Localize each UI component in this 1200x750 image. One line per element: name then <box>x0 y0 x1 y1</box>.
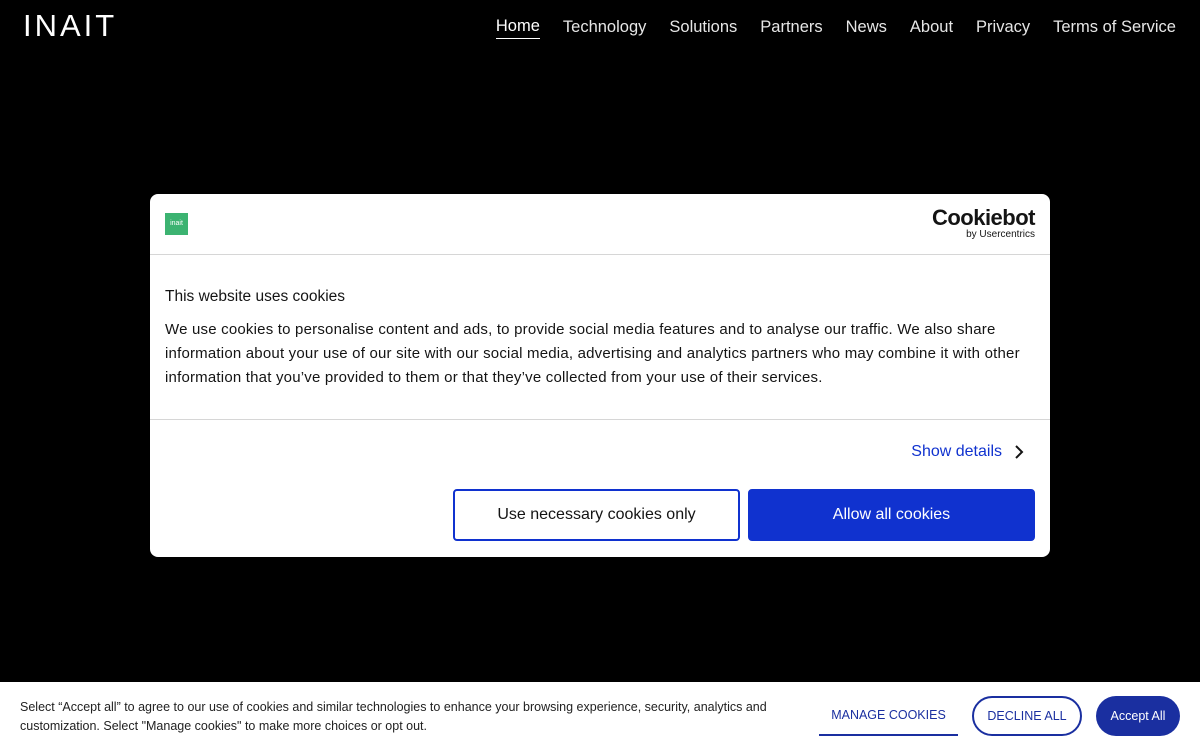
nav-technology[interactable]: Technology <box>563 16 646 39</box>
dialog-header: inait Cookiebot by Usercentrics <box>150 194 1050 255</box>
cookiebot-logo[interactable]: Cookiebot by Usercentrics <box>931 205 1036 241</box>
accept-all-button[interactable]: Accept All <box>1096 696 1180 736</box>
cookie-consent-dialog: inait Cookiebot by Usercentrics This web… <box>150 194 1050 557</box>
nav-home[interactable]: Home <box>495 15 540 39</box>
cookiebot-logo-subtext: by Usercentrics <box>966 229 1035 240</box>
nav-partners[interactable]: Partners <box>760 16 822 39</box>
use-necessary-cookies-button[interactable]: Use necessary cookies only <box>453 489 740 541</box>
dialog-body: This website uses cookies We use cookies… <box>150 255 1050 420</box>
show-details-link[interactable]: Show details <box>911 443 1024 461</box>
nav-about[interactable]: About <box>910 16 953 39</box>
decline-all-button[interactable]: DECLINE ALL <box>972 696 1082 736</box>
dialog-title: This website uses cookies <box>165 288 346 305</box>
allow-all-cookies-button[interactable]: Allow all cookies <box>748 489 1035 541</box>
nav-solutions[interactable]: Solutions <box>669 16 737 39</box>
site-logo[interactable]: INAIT <box>23 9 117 43</box>
nav-news[interactable]: News <box>846 16 887 39</box>
nav-terms[interactable]: Terms of Service <box>1053 16 1176 39</box>
manage-cookies-button[interactable]: MANAGE COOKIES <box>819 696 958 736</box>
cookie-banner: Select “Accept all” to agree to our use … <box>0 682 1200 750</box>
show-details-label: Show details <box>911 443 1002 460</box>
inait-brand-icon: inait <box>165 213 188 235</box>
nav-privacy[interactable]: Privacy <box>976 16 1030 39</box>
banner-text: Select “Accept all” to agree to our use … <box>20 700 767 733</box>
main-nav: Home Technology Solutions Partners News … <box>495 15 1176 39</box>
dialog-description: We use cookies to personalise content an… <box>165 321 1020 386</box>
chevron-right-icon <box>1015 445 1024 459</box>
page: INAIT Home Technology Solutions Partners… <box>0 0 1200 750</box>
cookiebot-logo-text: Cookiebot <box>931 205 1036 230</box>
